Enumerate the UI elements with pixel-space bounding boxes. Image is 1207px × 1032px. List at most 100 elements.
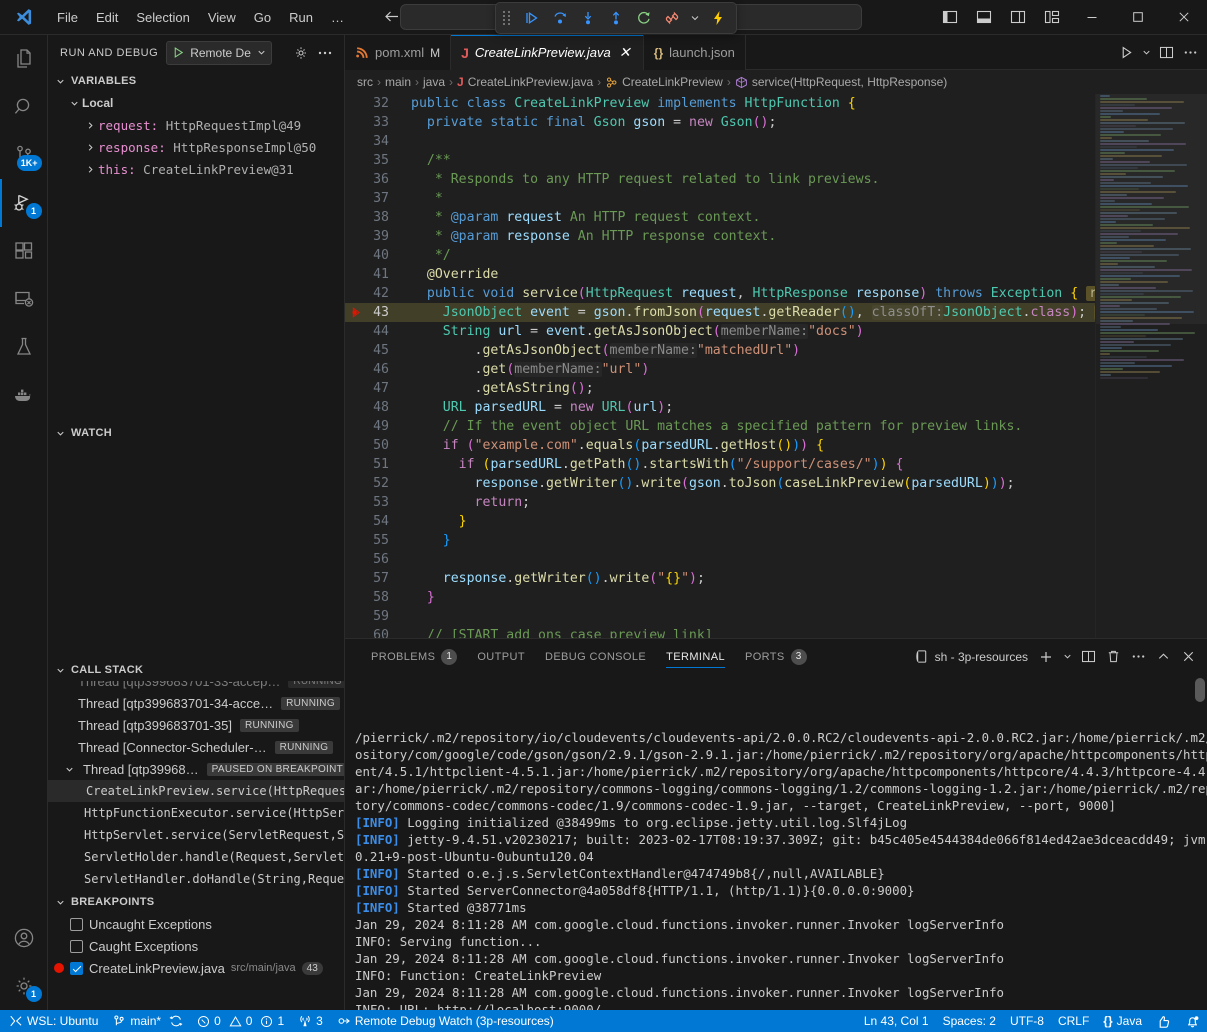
line-text[interactable]: } <box>401 588 435 607</box>
code-line[interactable]: 32public class CreateLinkPreview impleme… <box>345 94 1095 113</box>
new-terminal-plus-icon[interactable] <box>1035 646 1057 668</box>
breakpoint-row[interactable]: Uncaught Exceptions <box>48 913 344 935</box>
code-line[interactable]: 41 @Override <box>345 265 1095 284</box>
sidebar-item-source-control[interactable]: 1K+ <box>0 131 48 179</box>
status-indentation[interactable]: Spaces: 2 <box>936 1010 1003 1032</box>
window-maximize-button[interactable] <box>1115 0 1161 34</box>
watch-section-header[interactable]: WATCH <box>48 422 344 444</box>
line-text[interactable]: String url = event.getAsJsonObject(membe… <box>401 322 864 341</box>
terminal-scrollbar[interactable] <box>1195 678 1205 702</box>
code-viewport[interactable]: 32public class CreateLinkPreview impleme… <box>345 94 1095 638</box>
code-line[interactable]: 52 response.getWriter().write(gson.toJso… <box>345 474 1095 493</box>
line-text[interactable]: * Responds to any HTTP request related t… <box>401 170 879 189</box>
open-launch-settings-gear-icon[interactable] <box>290 42 312 64</box>
split-editor-icon[interactable] <box>1155 41 1177 63</box>
line-text[interactable]: * <box>401 189 443 208</box>
step-out-icon[interactable] <box>603 6 629 30</box>
settings-gear-icon[interactable]: 1 <box>0 962 48 1010</box>
call-stack-thread-row[interactable]: Thread [qtp399683701-35] RUNNING <box>48 714 344 736</box>
call-stack-thread-row-paused[interactable]: Thread [qtp39968… PAUSED ON BREAKPOINT <box>48 758 344 780</box>
line-text[interactable]: private static final Gson gson = new Gso… <box>401 113 776 132</box>
line-text[interactable]: .getAsJsonObject(memberName:"matchedUrl"… <box>401 341 800 360</box>
status-encoding[interactable]: UTF-8 <box>1003 1010 1051 1032</box>
tab-debug-console[interactable]: DEBUG CONSOLE <box>535 639 656 674</box>
status-problems[interactable]: 0 0 1 <box>190 1010 291 1032</box>
menu-more[interactable]: … <box>322 7 353 28</box>
line-text[interactable]: // If the event object URL matches a spe… <box>401 417 1022 436</box>
code-line[interactable]: 48 URL parsedURL = new URL(url); <box>345 398 1095 417</box>
status-ports[interactable]: 3 <box>291 1010 330 1032</box>
line-text[interactable]: public class CreateLinkPreview implement… <box>401 94 856 113</box>
breadcrumb-item-class[interactable]: CreateLinkPreview <box>622 75 723 89</box>
status-remote-host[interactable]: WSL: Ubuntu <box>0 1010 105 1032</box>
code-line[interactable]: 36 * Responds to any HTTP request relate… <box>345 170 1095 189</box>
variables-section-header[interactable]: VARIABLES <box>48 70 344 92</box>
call-stack-frame-row[interactable]: HttpFunctionExecutor.service(HttpSer <box>48 802 344 824</box>
code-line[interactable]: 45 .getAsJsonObject(memberName:"matchedU… <box>345 341 1095 360</box>
call-stack-thread-row[interactable]: Thread [qtp399683701-33-accep… RUNNING <box>48 681 344 692</box>
variable-row[interactable]: request: HttpRequestImpl@49 <box>48 114 344 136</box>
run-options-chevron-down-icon[interactable] <box>1139 41 1153 63</box>
close-panel-icon[interactable] <box>1177 646 1199 668</box>
disconnect-icon[interactable] <box>659 6 685 30</box>
line-text[interactable]: * @param response An HTTP response conte… <box>401 227 776 246</box>
breadcrumb-item-src[interactable]: src <box>357 75 373 89</box>
menu-edit[interactable]: Edit <box>87 7 127 28</box>
code-line[interactable]: 39 * @param response An HTTP response co… <box>345 227 1095 246</box>
line-text[interactable]: } <box>401 531 451 550</box>
breakpoint-arrow-icon[interactable] <box>345 306 367 319</box>
chevron-down-icon[interactable] <box>256 47 267 58</box>
status-branch[interactable]: main* <box>105 1010 190 1032</box>
line-text[interactable]: URL parsedURL = new URL(url); <box>401 398 673 417</box>
start-debug-icon[interactable] <box>172 46 185 59</box>
code-line[interactable]: 46 .get(memberName:"url") <box>345 360 1095 379</box>
code-line[interactable]: 33 private static final Gson gson = new … <box>345 113 1095 132</box>
code-line[interactable]: 58 } <box>345 588 1095 607</box>
sidebar-item-search[interactable] <box>0 83 48 131</box>
line-text[interactable]: JsonObject event = gson.fromJson(request… <box>401 303 1095 322</box>
code-line[interactable]: 60 // [START add_ons_case_preview_link] <box>345 626 1095 638</box>
sidebar-item-remote-explorer[interactable] <box>0 275 48 323</box>
code-line[interactable]: 42 public void service(HttpRequest reque… <box>345 284 1095 303</box>
line-text[interactable]: * @param request An HTTP request context… <box>401 208 760 227</box>
toggle-panel-icon[interactable] <box>967 0 1001 34</box>
code-line[interactable]: 53 return; <box>345 493 1095 512</box>
editor-more-actions-icon[interactable] <box>1179 41 1201 63</box>
code-editor[interactable]: 32public class CreateLinkPreview impleme… <box>345 94 1207 638</box>
menu-run[interactable]: Run <box>280 7 322 28</box>
code-line[interactable]: 44 String url = event.getAsJsonObject(me… <box>345 322 1095 341</box>
tab-pom-xml[interactable]: pom.xml M <box>345 35 451 70</box>
menu-selection[interactable]: Selection <box>127 7 198 28</box>
line-text[interactable]: response.getWriter().write("{}"); <box>401 569 705 588</box>
drag-handle[interactable] <box>501 11 517 25</box>
split-terminal-icon[interactable] <box>1077 646 1099 668</box>
code-line[interactable]: 50 if ("example.com".equals(parsedURL.ge… <box>345 436 1095 455</box>
breakpoint-checkbox[interactable] <box>70 962 83 975</box>
tab-problems[interactable]: PROBLEMS 1 <box>361 639 467 674</box>
sidebar-item-testing[interactable] <box>0 323 48 371</box>
line-text[interactable]: return; <box>401 493 530 512</box>
step-over-icon[interactable] <box>547 6 573 30</box>
tab-terminal[interactable]: TERMINAL <box>656 639 735 674</box>
line-text[interactable]: } <box>401 512 467 531</box>
breakpoint-row[interactable]: Caught Exceptions <box>48 935 344 957</box>
status-eol[interactable]: CRLF <box>1051 1010 1096 1032</box>
line-text[interactable]: .get(memberName:"url") <box>401 360 649 379</box>
line-text[interactable]: @Override <box>401 265 498 284</box>
breakpoint-row[interactable]: CreateLinkPreview.java src/main/java 43 <box>48 957 344 979</box>
variables-scope-local[interactable]: Local <box>48 92 344 114</box>
restart-icon[interactable] <box>631 6 657 30</box>
sidebar-item-extensions[interactable] <box>0 227 48 275</box>
active-terminal-chip[interactable]: sh - 3p-resources <box>914 649 1032 664</box>
call-stack-section-header[interactable]: CALL STACK <box>48 659 344 681</box>
status-notifications[interactable] <box>1178 1010 1207 1032</box>
breadcrumb-item-java[interactable]: java <box>423 75 445 89</box>
sidebar-item-explorer[interactable] <box>0 35 48 83</box>
debug-more-chevron-down-icon[interactable] <box>687 6 703 30</box>
call-stack-thread-row[interactable]: Thread [Connector-Scheduler-… RUNNING <box>48 736 344 758</box>
code-line[interactable]: 40 */ <box>345 246 1095 265</box>
line-text[interactable]: if ("example.com".equals(parsedURL.getHo… <box>401 436 824 455</box>
terminal-profile-chevron-down-icon[interactable] <box>1060 646 1074 668</box>
toggle-primary-sidebar-icon[interactable] <box>933 0 967 34</box>
tab-createlinkpreview-java[interactable]: J CreateLinkPreview.java ✕ <box>451 35 644 70</box>
